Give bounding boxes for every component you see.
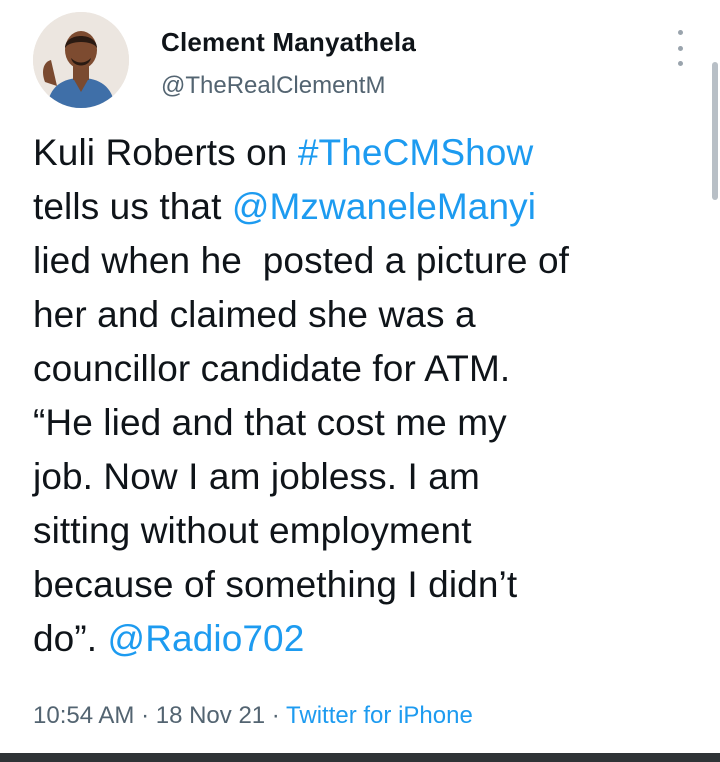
tweet-text-segment: tells us that bbox=[33, 186, 232, 227]
tweet-line: do”. @Radio702 bbox=[33, 612, 708, 666]
more-dot bbox=[677, 30, 683, 35]
tweet-meta: 10:54 AM · 18 Nov 21 · Twitter for iPhon… bbox=[33, 702, 473, 730]
author-handle[interactable]: @TheRealClementM bbox=[161, 72, 385, 100]
tweet-line: her and claimed she was a bbox=[33, 288, 708, 342]
tweet-date[interactable]: 18 Nov 21 bbox=[156, 702, 265, 729]
tweet-text-segment: her and claimed she was a bbox=[33, 294, 476, 335]
tweet-text-segment: “He lied and that cost me my bbox=[33, 402, 507, 443]
tweet-text: Kuli Roberts on #TheCMShow tells us that … bbox=[33, 126, 708, 666]
tweet-time[interactable]: 10:54 AM bbox=[33, 702, 134, 729]
tweet-text-segment: councillor candidate for ATM. bbox=[33, 348, 511, 389]
tweet-line: job. Now I am jobless. I am bbox=[33, 450, 708, 504]
author-name[interactable]: Clement Manyathela bbox=[161, 27, 416, 58]
avatar[interactable] bbox=[33, 12, 129, 108]
mention-link[interactable]: @MzwaneleManyi bbox=[232, 186, 536, 227]
tweet-text-segment: job. Now I am jobless. I am bbox=[33, 456, 480, 497]
more-options-icon[interactable] bbox=[672, 30, 688, 66]
bottom-divider bbox=[0, 753, 720, 762]
tweet-text-segment: lied when he posted a picture of bbox=[33, 240, 570, 281]
tweet-text-segment: do”. bbox=[33, 618, 108, 659]
meta-separator: · bbox=[134, 702, 156, 729]
tweet-text-segment: sitting without employment bbox=[33, 510, 472, 551]
tweet-line: Kuli Roberts on #TheCMShow bbox=[33, 126, 708, 180]
tweet-line: “He lied and that cost me my bbox=[33, 396, 708, 450]
mention-link[interactable]: @Radio702 bbox=[108, 618, 305, 659]
tweet-text-segment: Kuli Roberts on bbox=[33, 132, 298, 173]
hashtag-link[interactable]: #TheCMShow bbox=[298, 132, 533, 173]
tweet-line: lied when he posted a picture of bbox=[33, 234, 708, 288]
more-dot bbox=[677, 61, 683, 66]
tweet-line: councillor candidate for ATM. bbox=[33, 342, 708, 396]
scrollbar[interactable] bbox=[712, 62, 718, 200]
tweet-source-link[interactable]: Twitter for iPhone bbox=[286, 702, 473, 729]
tweet-line: tells us that @MzwaneleManyi bbox=[33, 180, 708, 234]
meta-separator: · bbox=[265, 702, 287, 729]
more-dot bbox=[677, 45, 683, 51]
tweet-text-segment: because of something I didn’t bbox=[33, 564, 518, 605]
tweet-line: sitting without employment bbox=[33, 504, 708, 558]
tweet-line: because of something I didn’t bbox=[33, 558, 708, 612]
